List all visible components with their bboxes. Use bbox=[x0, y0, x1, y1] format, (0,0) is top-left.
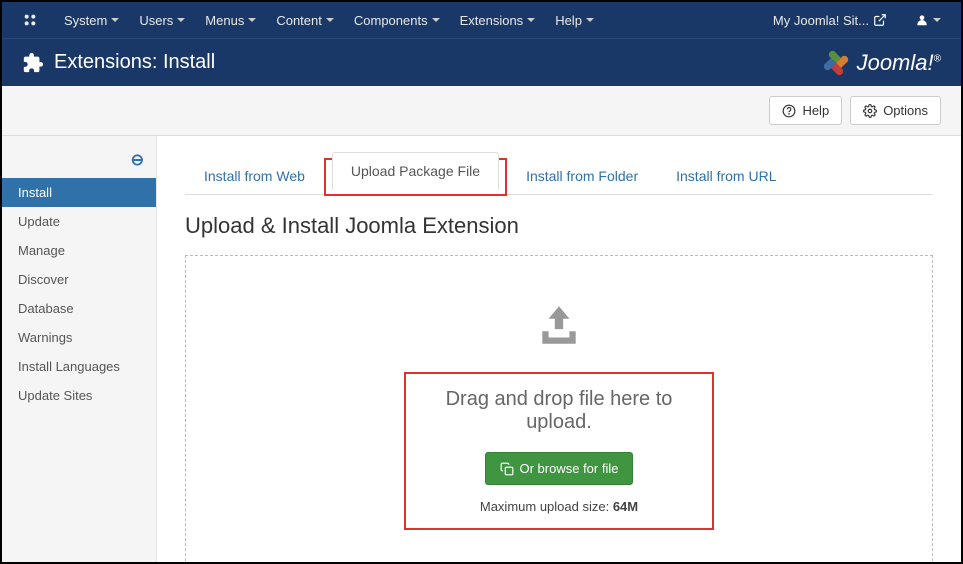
upload-icon bbox=[534, 300, 584, 350]
nav-content[interactable]: Content bbox=[266, 5, 344, 36]
nav-extensions[interactable]: Extensions bbox=[450, 5, 546, 36]
external-link-icon bbox=[873, 13, 887, 27]
user-icon bbox=[915, 13, 929, 27]
joomla-brand-icon bbox=[821, 48, 851, 78]
sidebar-item-warnings[interactable]: Warnings bbox=[2, 323, 156, 352]
brand: Joomla!® bbox=[821, 48, 941, 78]
copy-icon bbox=[500, 462, 514, 476]
highlight-drop-area: Drag and drop file here to upload. Or br… bbox=[404, 372, 714, 530]
nav-help[interactable]: Help bbox=[545, 5, 604, 36]
upload-dropzone[interactable]: Drag and drop file here to upload. Or br… bbox=[185, 255, 933, 562]
sidebar-item-update-sites[interactable]: Update Sites bbox=[2, 381, 156, 410]
sidebar-item-database[interactable]: Database bbox=[2, 294, 156, 323]
nav-menus[interactable]: Menus bbox=[195, 5, 266, 36]
page-header: Extensions: Install Joomla!® bbox=[2, 38, 961, 86]
max-upload-size: Maximum upload size: 64M bbox=[416, 499, 702, 514]
help-button[interactable]: Help bbox=[769, 96, 842, 125]
user-menu[interactable] bbox=[905, 5, 951, 35]
section-heading: Upload & Install Joomla Extension bbox=[185, 213, 933, 239]
site-link[interactable]: My Joomla! Sit... bbox=[763, 5, 897, 36]
sidebar-item-discover[interactable]: Discover bbox=[2, 265, 156, 294]
nav-system[interactable]: System bbox=[54, 5, 129, 36]
joomla-logo-icon[interactable] bbox=[12, 4, 54, 36]
install-tabs: Install from Web Upload Package File Ins… bbox=[185, 156, 933, 195]
collapse-sidebar-icon[interactable]: ⊖ bbox=[131, 152, 144, 169]
options-button[interactable]: Options bbox=[850, 96, 941, 125]
puzzle-icon bbox=[22, 52, 44, 74]
toolbar: Help Options bbox=[2, 86, 961, 136]
top-navigation: System Users Menus Content Components Ex… bbox=[2, 2, 961, 38]
sidebar-item-manage[interactable]: Manage bbox=[2, 236, 156, 265]
main-content: Install from Web Upload Package File Ins… bbox=[157, 136, 961, 562]
tab-install-from-url[interactable]: Install from URL bbox=[657, 157, 795, 195]
tab-upload-package-file[interactable]: Upload Package File bbox=[332, 152, 499, 190]
question-icon bbox=[782, 104, 796, 118]
tab-install-from-folder[interactable]: Install from Folder bbox=[507, 157, 657, 195]
tab-install-from-web[interactable]: Install from Web bbox=[185, 157, 324, 195]
sidebar: ⊖ Install Update Manage Discover Databas… bbox=[2, 136, 157, 562]
nav-components[interactable]: Components bbox=[344, 5, 450, 36]
highlight-active-tab: Upload Package File bbox=[324, 158, 507, 196]
sidebar-item-update[interactable]: Update bbox=[2, 207, 156, 236]
page-title: Extensions: Install bbox=[22, 51, 215, 74]
sidebar-item-install-languages[interactable]: Install Languages bbox=[2, 352, 156, 381]
browse-file-button[interactable]: Or browse for file bbox=[485, 452, 634, 485]
nav-users[interactable]: Users bbox=[129, 5, 195, 36]
brand-text: Joomla!® bbox=[857, 50, 941, 76]
sidebar-item-install[interactable]: Install bbox=[2, 178, 156, 207]
drop-instruction: Drag and drop file here to upload. bbox=[416, 388, 702, 434]
gear-icon bbox=[863, 104, 877, 118]
